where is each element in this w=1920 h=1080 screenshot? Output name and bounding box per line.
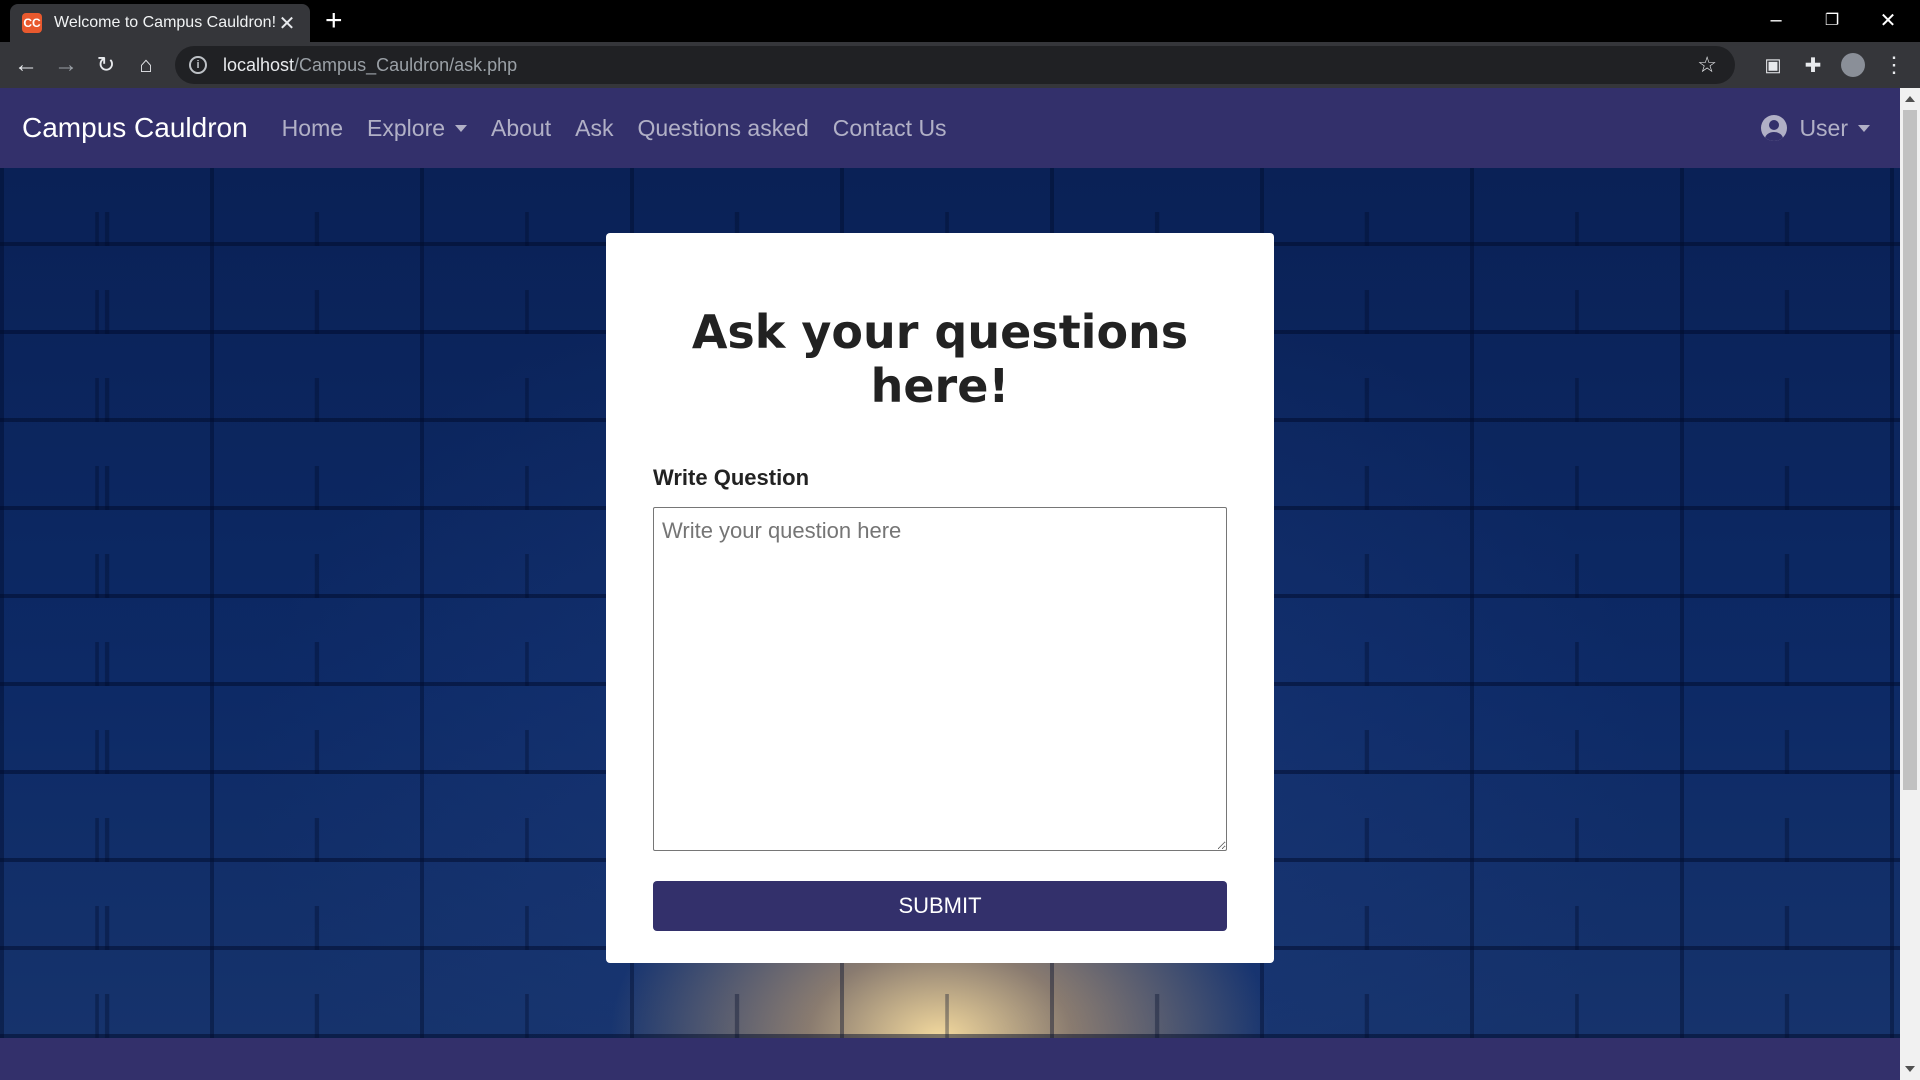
page-title: Ask your questions here! [691, 305, 1189, 413]
scrollbar-thumb[interactable] [1903, 110, 1917, 790]
url-host: localhost [223, 54, 295, 75]
nav-questions-asked[interactable]: Questions asked [637, 115, 808, 142]
user-circle-icon [1761, 115, 1788, 141]
question-field-label: Write Question [653, 465, 810, 490]
minimize-icon[interactable]: – [1754, 4, 1798, 36]
footer-band [0, 1038, 1900, 1080]
nav-ask[interactable]: Ask [575, 115, 613, 142]
forward-icon[interactable]: → [48, 42, 84, 88]
chevron-down-icon [455, 124, 468, 132]
browser-tab[interactable]: CC Welcome to Campus Cauldron! ✕ [10, 4, 310, 42]
site-info-icon[interactable]: i [189, 56, 207, 74]
close-window-icon[interactable]: ✕ [1866, 4, 1910, 36]
extensions-puzzle-icon[interactable]: ✚ [1795, 42, 1831, 88]
site-favicon-icon: CC [22, 13, 42, 33]
user-label: User [1799, 114, 1848, 141]
url-text: localhost/Campus_Cauldron/ask.php [223, 55, 517, 76]
submit-button[interactable]: SUBMIT [653, 881, 1227, 931]
page-scrollbar[interactable] [1900, 88, 1920, 1080]
chevron-down-icon [1858, 124, 1870, 132]
nav-explore-dropdown[interactable]: Explore [367, 114, 468, 142]
nav-explore-label: Explore [367, 114, 446, 141]
url-path: /Campus_Cauldron/ask.php [294, 54, 518, 75]
back-icon[interactable]: ← [8, 42, 44, 88]
reload-icon[interactable]: ↻ [88, 42, 124, 88]
browser-tabstrip: CC Welcome to Campus Cauldron! ✕ + – ❐ ✕ [0, 0, 1920, 42]
scroll-down-icon[interactable] [1905, 1066, 1915, 1072]
nav-home[interactable]: Home [282, 115, 343, 142]
extension-icon[interactable]: ▣ [1755, 42, 1791, 88]
scroll-up-icon[interactable] [1905, 96, 1915, 102]
new-tab-icon[interactable]: + [325, 6, 343, 36]
question-textarea[interactable] [653, 507, 1227, 851]
restore-icon[interactable]: ❐ [1810, 4, 1854, 36]
nav-contact-us[interactable]: Contact Us [833, 115, 947, 142]
home-icon[interactable]: ⌂ [128, 42, 164, 88]
bookmark-star-icon[interactable]: ☆ [1697, 52, 1717, 78]
site-brand[interactable]: Campus Cauldron [22, 112, 248, 144]
nav-about[interactable]: About [491, 115, 551, 142]
page-viewport: Campus Cauldron Home Explore About Ask Q… [0, 88, 1900, 1080]
browser-toolbar: ← → ↻ ⌂ i localhost/Campus_Cauldron/ask.… [0, 42, 1920, 88]
site-navbar: Campus Cauldron Home Explore About Ask Q… [0, 88, 1900, 168]
ask-question-card: Ask your questions here! Write Question … [606, 233, 1274, 963]
profile-avatar[interactable] [1835, 42, 1871, 88]
address-bar[interactable]: i localhost/Campus_Cauldron/ask.php ☆ [175, 46, 1735, 84]
browser-menu-icon[interactable]: ⋮ [1876, 42, 1912, 88]
close-tab-icon[interactable]: ✕ [276, 11, 298, 36]
tab-title: Welcome to Campus Cauldron! [54, 14, 276, 31]
user-dropdown[interactable]: User [1761, 88, 1870, 168]
